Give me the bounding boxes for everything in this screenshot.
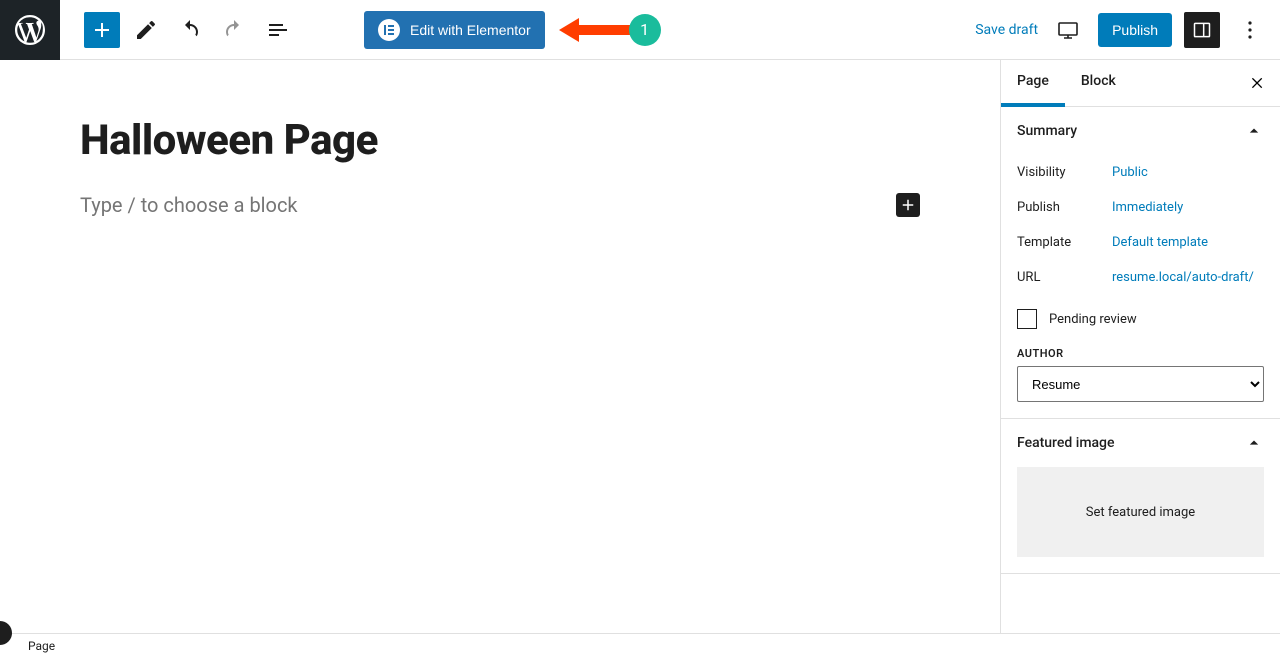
settings-panel-toggle[interactable] <box>1184 12 1220 48</box>
close-sidebar-button[interactable] <box>1246 71 1270 95</box>
sidebar-icon <box>1192 20 1212 40</box>
pending-review-checkbox[interactable] <box>1017 309 1037 329</box>
author-select[interactable]: Resume <box>1017 366 1264 402</box>
template-value[interactable]: Default template <box>1112 235 1208 250</box>
edit-with-elementor-button[interactable]: Edit with Elementor <box>364 11 545 49</box>
preview-button[interactable] <box>1050 12 1086 48</box>
url-label: URL <box>1017 270 1112 285</box>
redo-button[interactable] <box>216 12 252 48</box>
annotation-badge: 1 <box>629 14 661 46</box>
url-value[interactable]: resume.local/auto-draft/ <box>1112 270 1254 285</box>
add-block-toggle[interactable] <box>84 12 120 48</box>
panel-summary-toggle[interactable]: Summary <box>1001 107 1280 155</box>
wordpress-icon <box>12 12 48 48</box>
panel-featured-toggle[interactable]: Featured image <box>1001 419 1280 467</box>
page-title[interactable]: Halloween Page <box>80 116 920 165</box>
arrow-tip-icon <box>559 18 579 42</box>
tab-page[interactable]: Page <box>1001 60 1065 107</box>
visibility-label: Visibility <box>1017 165 1112 180</box>
set-featured-image-button[interactable]: Set featured image <box>1017 467 1264 557</box>
elementor-icon <box>378 19 400 41</box>
template-label: Template <box>1017 235 1112 250</box>
panel-summary: Summary Visibility Public Publish Immedi… <box>1001 107 1280 419</box>
options-button[interactable] <box>1232 12 1268 48</box>
tab-block[interactable]: Block <box>1065 60 1132 107</box>
publish-button[interactable]: Publish <box>1098 13 1172 47</box>
undo-icon <box>178 18 202 42</box>
document-overview-button[interactable] <box>260 12 296 48</box>
plus-icon <box>899 196 917 214</box>
tools-button[interactable] <box>128 12 164 48</box>
summary-heading: Summary <box>1017 123 1077 139</box>
list-icon <box>266 18 290 42</box>
publish-value[interactable]: Immediately <box>1112 200 1183 215</box>
publish-label: Publish <box>1017 200 1112 215</box>
plus-icon <box>90 18 114 42</box>
kebab-icon <box>1238 18 1262 42</box>
block-prompt[interactable]: Type / to choose a block <box>80 193 298 217</box>
pending-review-label: Pending review <box>1049 312 1137 327</box>
sidebar-tabs: Page Block <box>1001 60 1280 107</box>
author-heading: AUTHOR <box>1017 347 1264 360</box>
add-block-inline-button[interactable] <box>896 193 920 217</box>
chevron-up-icon <box>1244 433 1264 453</box>
breadcrumb[interactable]: Page <box>28 639 55 653</box>
arrow-shaft-icon <box>577 25 631 35</box>
settings-sidebar: Page Block Summary Visibility Public <box>1000 60 1280 633</box>
chevron-up-icon <box>1244 121 1264 141</box>
top-toolbar: Edit with Elementor 1 Save draft Publish <box>0 0 1280 60</box>
annotation-callout: 1 <box>559 14 661 46</box>
pending-review-row[interactable]: Pending review <box>1017 309 1264 329</box>
redo-icon <box>222 18 246 42</box>
featured-heading: Featured image <box>1017 435 1115 451</box>
close-icon <box>1250 75 1266 91</box>
undo-button[interactable] <box>172 12 208 48</box>
wordpress-logo[interactable] <box>0 0 60 60</box>
elementor-label: Edit with Elementor <box>410 22 531 38</box>
desktop-icon <box>1056 18 1080 42</box>
editor-canvas[interactable]: Halloween Page Type / to choose a block <box>0 60 1000 633</box>
save-draft-link[interactable]: Save draft <box>975 22 1038 38</box>
pencil-icon <box>134 18 158 42</box>
panel-featured-image: Featured image Set featured image <box>1001 419 1280 574</box>
editor-footer: Page <box>0 633 1280 658</box>
visibility-value[interactable]: Public <box>1112 165 1148 180</box>
featured-placeholder: Set featured image <box>1086 505 1195 520</box>
